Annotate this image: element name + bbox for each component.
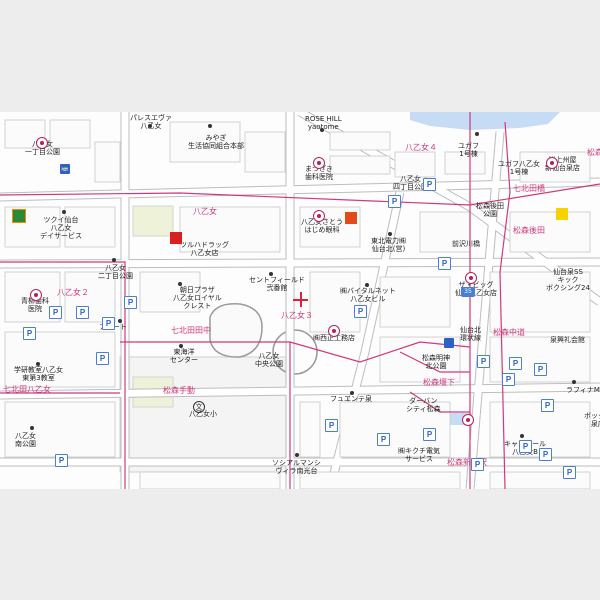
map-viewport[interactable]: 八乙女 八乙女４ 八乙女２ 八乙女３ 七北田田中 松森手動 七北田八乙女 松森後… bbox=[0, 112, 600, 489]
parking-icon[interactable]: P bbox=[534, 363, 547, 376]
parking-icon[interactable]: P bbox=[325, 419, 338, 432]
poi-dot[interactable] bbox=[148, 124, 152, 128]
area-label-matsumori-sekishita: 松森堰下 bbox=[423, 378, 455, 387]
poi-dot[interactable] bbox=[178, 282, 182, 286]
parking-icon[interactable]: P bbox=[539, 448, 552, 461]
parking-icon[interactable]: P bbox=[96, 352, 109, 365]
parking-icon[interactable]: P bbox=[23, 327, 36, 340]
poi-dot[interactable] bbox=[179, 344, 183, 348]
parking-icon[interactable]: P bbox=[502, 373, 515, 386]
poi-dot[interactable] bbox=[475, 132, 479, 136]
parking-icon[interactable]: P bbox=[541, 399, 554, 412]
parking-icon[interactable]: P bbox=[423, 178, 436, 191]
park-block bbox=[132, 205, 174, 237]
poi-dot[interactable] bbox=[62, 210, 66, 214]
bus-stop-icon[interactable]: 🚌 bbox=[60, 164, 70, 174]
supermarket-icon[interactable] bbox=[345, 212, 357, 224]
parking-icon[interactable]: P bbox=[563, 466, 576, 479]
shop-pin-icon[interactable] bbox=[546, 157, 558, 169]
area-label-yaotome: 八乙女 bbox=[193, 207, 217, 216]
crosshair-marker-icon bbox=[300, 292, 302, 307]
landmark-pin-icon[interactable] bbox=[36, 137, 48, 149]
poi-dot[interactable] bbox=[520, 434, 524, 438]
parking-icon[interactable]: P bbox=[76, 306, 89, 319]
parking-icon[interactable]: P bbox=[55, 454, 68, 467]
poi-dot[interactable] bbox=[572, 380, 576, 384]
area-label-nanakita-tanaka: 七北田田中 bbox=[171, 326, 211, 335]
parking-icon[interactable]: P bbox=[354, 305, 367, 318]
route-shield-icon: 35 bbox=[461, 287, 475, 297]
poi-dot[interactable] bbox=[30, 426, 34, 430]
clinic-pin-icon[interactable] bbox=[313, 210, 325, 222]
convenience-store-icon[interactable] bbox=[12, 209, 26, 223]
area-label-yaotome-3: 八乙女３ bbox=[281, 311, 313, 320]
parking-icon[interactable]: P bbox=[388, 195, 401, 208]
parking-icon[interactable]: P bbox=[377, 433, 390, 446]
parking-icon[interactable]: P bbox=[49, 306, 62, 319]
poi-dot[interactable] bbox=[112, 258, 116, 262]
poi-dot[interactable] bbox=[365, 283, 369, 287]
poi-dot[interactable] bbox=[118, 319, 122, 323]
poi-dot[interactable] bbox=[350, 391, 354, 395]
park-oval bbox=[209, 303, 263, 358]
parking-icon[interactable]: P bbox=[471, 458, 484, 471]
parking-icon[interactable]: P bbox=[509, 357, 522, 370]
landmark-pin-icon[interactable] bbox=[462, 414, 474, 426]
clinic-pin-icon[interactable] bbox=[30, 289, 42, 301]
parking-icon[interactable]: P bbox=[124, 296, 137, 309]
drugstore-icon[interactable] bbox=[170, 232, 182, 244]
bus-stop-icon[interactable] bbox=[444, 338, 454, 348]
clinic-pin-icon[interactable] bbox=[313, 157, 325, 169]
parking-icon[interactable]: P bbox=[423, 428, 436, 441]
poi-dot[interactable] bbox=[208, 124, 212, 128]
school-icon: 文 bbox=[193, 401, 205, 413]
poi-dot[interactable] bbox=[269, 272, 273, 276]
area-label-matsumori-nakamichi: 松森中道 bbox=[493, 328, 525, 337]
area-label-nanakita-bridge: 七北田橋 bbox=[513, 184, 545, 193]
area-label-yaotome-2: 八乙女２ bbox=[57, 288, 89, 297]
parking-icon[interactable]: P bbox=[102, 317, 115, 330]
area-label-matsumori: 松森 bbox=[587, 148, 600, 157]
school-grounds bbox=[119, 356, 291, 473]
poi-dot[interactable] bbox=[295, 453, 299, 457]
store-icon[interactable] bbox=[556, 208, 568, 220]
poi-dot[interactable] bbox=[320, 128, 324, 132]
area-label-nanakita-yaotome: 七北田八乙女 bbox=[3, 385, 51, 394]
parking-icon[interactable]: P bbox=[438, 257, 451, 270]
parking-icon[interactable]: P bbox=[477, 355, 490, 368]
area-label-yaotome-4: 八乙女４ bbox=[405, 143, 437, 152]
poi-dot[interactable] bbox=[36, 362, 40, 366]
parking-icon[interactable]: P bbox=[519, 440, 532, 453]
area-label-matsumori-tedou: 松森手動 bbox=[163, 386, 195, 395]
area-label-matsumori-ushiroda: 松森後田 bbox=[513, 226, 545, 235]
shop-pin-icon[interactable] bbox=[465, 272, 477, 284]
poi-dot[interactable] bbox=[388, 232, 392, 236]
shop-pin-icon[interactable] bbox=[328, 325, 340, 337]
